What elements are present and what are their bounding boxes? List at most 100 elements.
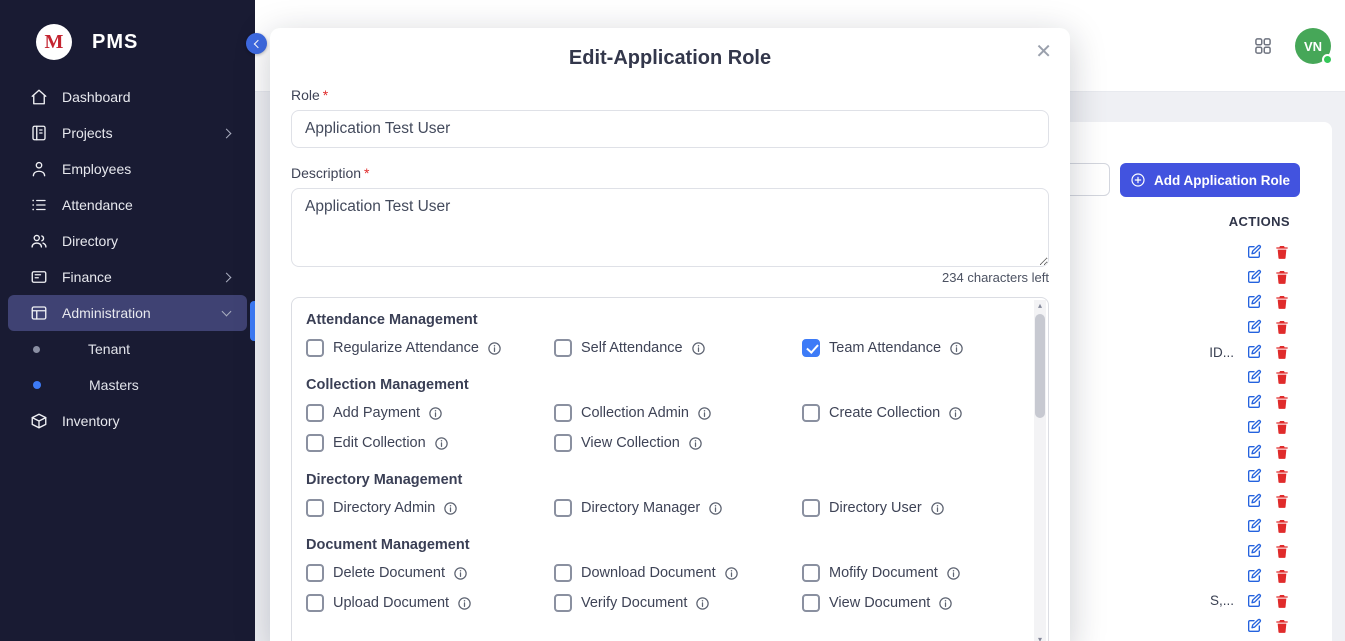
delete-icon[interactable] <box>1273 617 1290 634</box>
avatar[interactable]: VN <box>1295 28 1331 64</box>
info-icon[interactable] <box>695 596 710 611</box>
delete-icon[interactable] <box>1273 368 1290 385</box>
permission-item[interactable]: Download Document <box>554 564 802 582</box>
sidebar-subitem-masters[interactable]: Masters <box>0 367 255 403</box>
delete-icon[interactable] <box>1273 568 1290 585</box>
info-icon[interactable] <box>457 596 472 611</box>
info-icon[interactable] <box>453 566 468 581</box>
scroll-down-icon[interactable]: ▾ <box>1038 634 1042 641</box>
checkbox[interactable] <box>306 434 324 452</box>
permission-item[interactable]: Verify Document <box>554 594 802 612</box>
role-input[interactable] <box>291 110 1049 148</box>
edit-icon[interactable] <box>1245 592 1262 609</box>
info-icon[interactable] <box>938 596 953 611</box>
delete-icon[interactable] <box>1273 393 1290 410</box>
info-icon[interactable] <box>948 406 963 421</box>
delete-icon[interactable] <box>1273 294 1290 311</box>
sidebar-item-finance[interactable]: Finance <box>8 259 247 295</box>
checkbox[interactable] <box>802 594 820 612</box>
permission-item[interactable]: Regularize Attendance <box>306 339 554 357</box>
delete-icon[interactable] <box>1273 443 1290 460</box>
edit-icon[interactable] <box>1245 393 1262 410</box>
info-icon[interactable] <box>949 341 964 356</box>
delete-icon[interactable] <box>1273 518 1290 535</box>
sidebar-item-projects[interactable]: Projects <box>8 115 247 151</box>
permission-item[interactable]: Directory Manager <box>554 499 802 517</box>
checkbox[interactable] <box>554 564 572 582</box>
permission-item[interactable]: Team Attendance <box>802 339 1049 357</box>
delete-icon[interactable] <box>1273 493 1290 510</box>
delete-icon[interactable] <box>1273 468 1290 485</box>
sidebar-item-inventory[interactable]: Inventory <box>8 403 247 439</box>
permission-item[interactable]: Directory Admin <box>306 499 554 517</box>
apps-grid-icon[interactable] <box>1253 36 1273 56</box>
edit-icon[interactable] <box>1245 468 1262 485</box>
permission-item[interactable]: Create Collection <box>802 404 1049 422</box>
edit-icon[interactable] <box>1245 319 1262 336</box>
scrollbar-thumb[interactable] <box>1035 314 1045 418</box>
edit-icon[interactable] <box>1245 294 1262 311</box>
add-application-role-button[interactable]: Add Application Role <box>1120 163 1300 197</box>
close-icon[interactable]: ✕ <box>1031 38 1056 66</box>
delete-icon[interactable] <box>1273 592 1290 609</box>
collapse-sidebar-button[interactable] <box>246 33 267 54</box>
permission-item[interactable]: Add Payment <box>306 404 554 422</box>
info-icon[interactable] <box>691 341 706 356</box>
edit-icon[interactable] <box>1245 244 1262 261</box>
checkbox[interactable] <box>306 499 324 517</box>
checkbox[interactable] <box>802 404 820 422</box>
checkbox[interactable] <box>554 594 572 612</box>
delete-icon[interactable] <box>1273 319 1290 336</box>
sidebar-subitem-tenant[interactable]: Tenant <box>0 331 255 367</box>
edit-icon[interactable] <box>1245 269 1262 286</box>
info-icon[interactable] <box>428 406 443 421</box>
info-icon[interactable] <box>708 501 723 516</box>
checkbox[interactable] <box>306 404 324 422</box>
checkbox[interactable] <box>802 499 820 517</box>
sidebar-item-administration[interactable]: Administration <box>8 295 247 331</box>
permission-item[interactable]: Collection Admin <box>554 404 802 422</box>
info-icon[interactable] <box>688 436 703 451</box>
info-icon[interactable] <box>434 436 449 451</box>
edit-icon[interactable] <box>1245 617 1262 634</box>
edit-icon[interactable] <box>1245 543 1262 560</box>
permission-item[interactable]: Self Attendance <box>554 339 802 357</box>
delete-icon[interactable] <box>1273 543 1290 560</box>
delete-icon[interactable] <box>1273 244 1290 261</box>
permission-item[interactable]: View Document <box>802 594 1049 612</box>
edit-icon[interactable] <box>1245 418 1262 435</box>
permission-item[interactable]: Upload Document <box>306 594 554 612</box>
info-icon[interactable] <box>930 501 945 516</box>
info-icon[interactable] <box>443 501 458 516</box>
scrollbar[interactable]: ▴ ▾ <box>1034 300 1046 641</box>
checkbox[interactable] <box>554 339 572 357</box>
info-icon[interactable] <box>697 406 712 421</box>
checkbox[interactable] <box>554 499 572 517</box>
scroll-up-icon[interactable]: ▴ <box>1038 300 1042 312</box>
checkbox[interactable] <box>306 594 324 612</box>
permission-item[interactable]: Edit Collection <box>306 434 554 452</box>
edit-icon[interactable] <box>1245 568 1262 585</box>
delete-icon[interactable] <box>1273 269 1290 286</box>
info-icon[interactable] <box>724 566 739 581</box>
edit-icon[interactable] <box>1245 344 1262 361</box>
info-icon[interactable] <box>487 341 502 356</box>
permission-item[interactable]: Mofify Document <box>802 564 1049 582</box>
permission-item[interactable]: View Collection <box>554 434 802 452</box>
checkbox[interactable] <box>306 339 324 357</box>
info-icon[interactable] <box>946 566 961 581</box>
permission-item[interactable]: Directory User <box>802 499 1049 517</box>
sidebar-item-employees[interactable]: Employees <box>8 151 247 187</box>
sidebar-item-dashboard[interactable]: Dashboard <box>8 79 247 115</box>
checkbox[interactable] <box>802 564 820 582</box>
checkbox[interactable] <box>306 564 324 582</box>
edit-icon[interactable] <box>1245 493 1262 510</box>
checkbox[interactable] <box>802 339 820 357</box>
edit-icon[interactable] <box>1245 518 1262 535</box>
description-textarea[interactable]: Application Test User <box>291 188 1049 267</box>
checkbox[interactable] <box>554 404 572 422</box>
edit-icon[interactable] <box>1245 443 1262 460</box>
sidebar-item-directory[interactable]: Directory <box>8 223 247 259</box>
permission-item[interactable]: Delete Document <box>306 564 554 582</box>
sidebar-item-attendance[interactable]: Attendance <box>8 187 247 223</box>
